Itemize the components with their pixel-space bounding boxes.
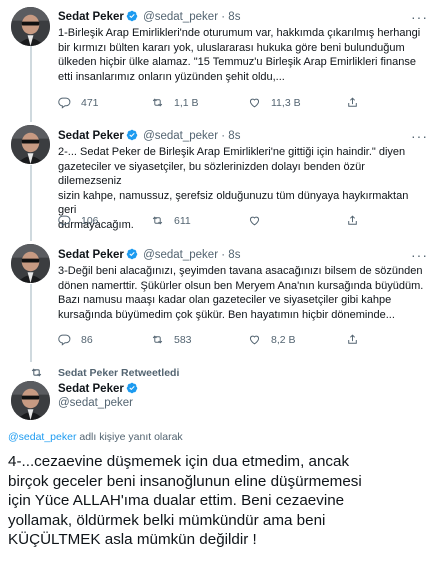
reply-icon [58, 97, 71, 109]
verified-badge-icon [126, 382, 138, 394]
more-options-icon[interactable]: ··· [411, 129, 428, 143]
verified-badge-icon [126, 248, 138, 260]
tweet-time[interactable]: 8s [228, 11, 240, 23]
thread-line [30, 284, 32, 362]
retweet-icon [31, 368, 42, 377]
tweet-actions: 106 611 [58, 214, 428, 228]
verified-badge-icon [126, 129, 138, 141]
heart-icon [249, 216, 260, 226]
like-button[interactable]: 8,2 B [248, 333, 296, 346]
share-icon [348, 334, 357, 344]
author-name[interactable]: Sedat Peker [58, 11, 124, 23]
more-options-icon[interactable]: ··· [411, 10, 428, 24]
author-handle[interactable]: @sedat_peker [58, 397, 133, 409]
retweet-count: 1,1 B [174, 96, 199, 109]
separator-dot: · [221, 11, 226, 23]
author-handle[interactable]: @sedat_peker [143, 249, 218, 261]
thread-line [30, 46, 32, 122]
reply-button[interactable]: 106 [58, 214, 99, 227]
tweet-text: 3-Değil beni alacağınızı, şeyimden tavan… [58, 265, 424, 321]
author-name[interactable]: Sedat Peker [58, 249, 124, 261]
tweet-time[interactable]: 8s [228, 130, 240, 142]
avatar[interactable] [11, 125, 50, 164]
retweet-count: 583 [174, 333, 192, 346]
more-options-icon[interactable]: ··· [411, 248, 428, 262]
like-button[interactable] [248, 214, 271, 227]
reply-to-suffix: adlı kişiye yanıt olarak [76, 431, 183, 443]
reply-button[interactable]: 471 [58, 96, 99, 109]
reply-button[interactable]: 86 [58, 333, 93, 346]
retweet-icon [152, 98, 163, 107]
thread-line [30, 165, 32, 241]
reply-to-handle-link[interactable]: @sedat_peker [8, 431, 76, 443]
tweet-actions: 471 1,1 B 11,3 B [58, 96, 428, 110]
author-name-row: Sedat Peker [58, 382, 140, 395]
share-icon [348, 97, 357, 107]
author-name[interactable]: Sedat Peker [58, 383, 124, 395]
heart-icon [249, 335, 260, 345]
tweet-actions: 86 583 8,2 B [58, 333, 428, 347]
retweet-icon [152, 335, 163, 344]
retweet-button[interactable]: 583 [151, 333, 192, 346]
separator-dot: · [221, 249, 226, 261]
like-count: 8,2 B [271, 333, 296, 346]
reply-count: 86 [81, 333, 93, 346]
share-button[interactable] [346, 333, 369, 346]
retweet-icon [152, 216, 163, 225]
reply-icon [58, 334, 71, 346]
tweet-text: 1-Birleşik Arap Emirlikleri'nde oturumum… [58, 27, 421, 83]
share-icon [348, 215, 357, 225]
retweet-button[interactable]: 1,1 B [151, 96, 199, 109]
retweet-count: 611 [174, 214, 191, 227]
reply-icon [58, 215, 71, 227]
author-handle[interactable]: @sedat_peker [143, 11, 218, 23]
reply-count: 106 [81, 214, 99, 227]
retweet-button[interactable]: 611 [151, 214, 191, 227]
author-handle[interactable]: @sedat_peker [143, 130, 218, 142]
tweet-header: Sedat Peker @sedat_peker · 8s [58, 129, 240, 143]
share-button[interactable] [346, 214, 369, 227]
avatar[interactable] [11, 244, 50, 283]
tweet-header: Sedat Peker @sedat_peker · 8s [58, 248, 240, 262]
heart-icon [249, 98, 260, 108]
retweeted-by-label[interactable]: Sedat Peker Retweetledi [58, 367, 179, 379]
avatar[interactable] [11, 381, 50, 420]
author-name[interactable]: Sedat Peker [58, 130, 124, 142]
main-tweet-text: 4-...cezaevine düşmemek için dua etmedim… [8, 453, 362, 548]
avatar[interactable] [11, 7, 50, 46]
like-count: 11,3 B [271, 96, 301, 109]
verified-badge-icon [126, 10, 138, 22]
tweet-header: Sedat Peker @sedat_peker · 8s [58, 10, 240, 24]
share-button[interactable] [346, 96, 369, 109]
like-button[interactable]: 11,3 B [248, 96, 301, 109]
replying-to: @sedat_peker adlı kişiye yanıt olarak [8, 431, 183, 443]
reply-count: 471 [81, 96, 99, 109]
tweet-time[interactable]: 8s [228, 249, 240, 261]
separator-dot: · [221, 130, 226, 142]
